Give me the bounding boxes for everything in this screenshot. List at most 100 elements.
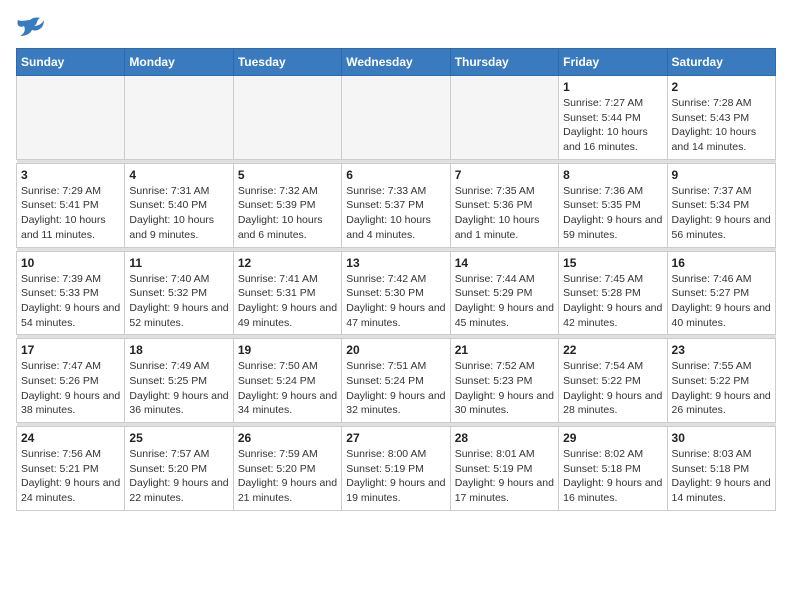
calendar-cell: 5 Sunrise: 7:32 AM Sunset: 5:39 PM Daylig… <box>233 163 341 247</box>
day-info: Sunrise: 7:57 AM Sunset: 5:20 PM Dayligh… <box>129 447 228 506</box>
day-number: 23 <box>672 343 771 357</box>
day-info: Sunrise: 7:55 AM Sunset: 5:22 PM Dayligh… <box>672 359 771 418</box>
calendar-cell: 15Sunrise: 7:45 AM Sunset: 5:28 PM Dayli… <box>559 251 667 335</box>
calendar-cell: 26 Sunrise: 7:59 AM Sunset: 5:20 PM Dayli… <box>233 427 341 511</box>
day-number: 21 <box>455 343 554 357</box>
calendar-cell: 24 Sunrise: 7:56 AM Sunset: 5:21 PM Dayli… <box>17 427 125 511</box>
day-of-week-header: Saturday <box>667 49 775 76</box>
day-info: Sunrise: 7:59 AM Sunset: 5:20 PM Dayligh… <box>238 447 337 506</box>
calendar-cell <box>342 76 450 160</box>
calendar-cell: 30 Sunrise: 8:03 AM Sunset: 5:18 PM Dayli… <box>667 427 775 511</box>
day-info: Sunrise: 7:52 AM Sunset: 5:23 PM Dayligh… <box>455 359 554 418</box>
calendar-cell: 13 Sunrise: 7:42 AM Sunset: 5:30 PM Dayli… <box>342 251 450 335</box>
day-number: 7 <box>455 168 554 182</box>
calendar-cell: 7 Sunrise: 7:35 AM Sunset: 5:36 PM Daylig… <box>450 163 558 247</box>
calendar-cell: 27 Sunrise: 8:00 AM Sunset: 5:19 PM Dayli… <box>342 427 450 511</box>
day-info: Sunrise: 8:02 AM Sunset: 5:18 PM Dayligh… <box>563 447 662 506</box>
day-number: 13 <box>346 256 445 270</box>
calendar-cell: 9 Sunrise: 7:37 AM Sunset: 5:34 PM Daylig… <box>667 163 775 247</box>
calendar-cell <box>125 76 233 160</box>
calendar-week-row: 24 Sunrise: 7:56 AM Sunset: 5:21 PM Dayli… <box>17 427 776 511</box>
calendar-cell: 18 Sunrise: 7:49 AM Sunset: 5:25 PM Dayli… <box>125 339 233 423</box>
calendar-cell: 23 Sunrise: 7:55 AM Sunset: 5:22 PM Dayli… <box>667 339 775 423</box>
day-number: 20 <box>346 343 445 357</box>
day-number: 1 <box>563 80 662 94</box>
day-info: Sunrise: 8:01 AM Sunset: 5:19 PM Dayligh… <box>455 447 554 506</box>
day-info: Sunrise: 7:32 AM Sunset: 5:39 PM Dayligh… <box>238 184 337 243</box>
day-info: Sunrise: 7:29 AM Sunset: 5:41 PM Dayligh… <box>21 184 120 243</box>
calendar-cell: 10Sunrise: 7:39 AM Sunset: 5:33 PM Dayli… <box>17 251 125 335</box>
day-number: 28 <box>455 431 554 445</box>
day-info: Sunrise: 7:54 AM Sunset: 5:22 PM Dayligh… <box>563 359 662 418</box>
logo <box>16 16 48 38</box>
calendar-week-row: 1 Sunrise: 7:27 AM Sunset: 5:44 PM Daylig… <box>17 76 776 160</box>
day-info: Sunrise: 7:28 AM Sunset: 5:43 PM Dayligh… <box>672 96 771 155</box>
day-of-week-header: Tuesday <box>233 49 341 76</box>
calendar-cell: 1 Sunrise: 7:27 AM Sunset: 5:44 PM Daylig… <box>559 76 667 160</box>
day-info: Sunrise: 7:27 AM Sunset: 5:44 PM Dayligh… <box>563 96 662 155</box>
day-info: Sunrise: 7:50 AM Sunset: 5:24 PM Dayligh… <box>238 359 337 418</box>
calendar-cell: 16 Sunrise: 7:46 AM Sunset: 5:27 PM Dayli… <box>667 251 775 335</box>
day-number: 22 <box>563 343 662 357</box>
calendar-cell: 2 Sunrise: 7:28 AM Sunset: 5:43 PM Daylig… <box>667 76 775 160</box>
day-number: 25 <box>129 431 228 445</box>
day-of-week-header: Monday <box>125 49 233 76</box>
day-number: 24 <box>21 431 120 445</box>
day-number: 6 <box>346 168 445 182</box>
day-of-week-header: Sunday <box>17 49 125 76</box>
day-number: 5 <box>238 168 337 182</box>
day-info: Sunrise: 7:31 AM Sunset: 5:40 PM Dayligh… <box>129 184 228 243</box>
calendar-cell: 4Sunrise: 7:31 AM Sunset: 5:40 PM Daylig… <box>125 163 233 247</box>
day-info: Sunrise: 8:03 AM Sunset: 5:18 PM Dayligh… <box>672 447 771 506</box>
day-number: 17 <box>21 343 120 357</box>
calendar-cell: 22 Sunrise: 7:54 AM Sunset: 5:22 PM Dayli… <box>559 339 667 423</box>
day-number: 26 <box>238 431 337 445</box>
page-header <box>16 16 776 38</box>
day-info: Sunrise: 7:44 AM Sunset: 5:29 PM Dayligh… <box>455 272 554 331</box>
day-info: Sunrise: 7:46 AM Sunset: 5:27 PM Dayligh… <box>672 272 771 331</box>
day-number: 11 <box>129 256 228 270</box>
day-info: Sunrise: 8:00 AM Sunset: 5:19 PM Dayligh… <box>346 447 445 506</box>
calendar-cell: 14Sunrise: 7:44 AM Sunset: 5:29 PM Dayli… <box>450 251 558 335</box>
day-number: 10 <box>21 256 120 270</box>
day-of-week-header: Wednesday <box>342 49 450 76</box>
day-number: 29 <box>563 431 662 445</box>
day-of-week-header: Thursday <box>450 49 558 76</box>
day-info: Sunrise: 7:41 AM Sunset: 5:31 PM Dayligh… <box>238 272 337 331</box>
calendar-cell <box>450 76 558 160</box>
calendar-cell: 21 Sunrise: 7:52 AM Sunset: 5:23 PM Dayli… <box>450 339 558 423</box>
day-of-week-header: Friday <box>559 49 667 76</box>
calendar-week-row: 3Sunrise: 7:29 AM Sunset: 5:41 PM Daylig… <box>17 163 776 247</box>
calendar-cell: 19 Sunrise: 7:50 AM Sunset: 5:24 PM Dayli… <box>233 339 341 423</box>
day-info: Sunrise: 7:51 AM Sunset: 5:24 PM Dayligh… <box>346 359 445 418</box>
calendar-cell: 6Sunrise: 7:33 AM Sunset: 5:37 PM Daylig… <box>342 163 450 247</box>
day-number: 27 <box>346 431 445 445</box>
day-number: 16 <box>672 256 771 270</box>
day-number: 9 <box>672 168 771 182</box>
calendar-cell: 8Sunrise: 7:36 AM Sunset: 5:35 PM Daylig… <box>559 163 667 247</box>
day-number: 12 <box>238 256 337 270</box>
day-info: Sunrise: 7:49 AM Sunset: 5:25 PM Dayligh… <box>129 359 228 418</box>
day-info: Sunrise: 7:37 AM Sunset: 5:34 PM Dayligh… <box>672 184 771 243</box>
calendar-cell: 3Sunrise: 7:29 AM Sunset: 5:41 PM Daylig… <box>17 163 125 247</box>
calendar-header-row: SundayMondayTuesdayWednesdayThursdayFrid… <box>17 49 776 76</box>
day-info: Sunrise: 7:42 AM Sunset: 5:30 PM Dayligh… <box>346 272 445 331</box>
calendar-cell: 12 Sunrise: 7:41 AM Sunset: 5:31 PM Dayli… <box>233 251 341 335</box>
logo-icon <box>16 16 44 38</box>
calendar-cell: 25 Sunrise: 7:57 AM Sunset: 5:20 PM Dayli… <box>125 427 233 511</box>
day-info: Sunrise: 7:35 AM Sunset: 5:36 PM Dayligh… <box>455 184 554 243</box>
calendar-cell: 28 Sunrise: 8:01 AM Sunset: 5:19 PM Dayli… <box>450 427 558 511</box>
day-info: Sunrise: 7:56 AM Sunset: 5:21 PM Dayligh… <box>21 447 120 506</box>
calendar-cell <box>233 76 341 160</box>
day-number: 18 <box>129 343 228 357</box>
day-number: 2 <box>672 80 771 94</box>
calendar-cell: 11Sunrise: 7:40 AM Sunset: 5:32 PM Dayli… <box>125 251 233 335</box>
day-info: Sunrise: 7:45 AM Sunset: 5:28 PM Dayligh… <box>563 272 662 331</box>
day-info: Sunrise: 7:47 AM Sunset: 5:26 PM Dayligh… <box>21 359 120 418</box>
calendar-cell: 17 Sunrise: 7:47 AM Sunset: 5:26 PM Dayli… <box>17 339 125 423</box>
calendar-week-row: 10Sunrise: 7:39 AM Sunset: 5:33 PM Dayli… <box>17 251 776 335</box>
calendar-cell: 20 Sunrise: 7:51 AM Sunset: 5:24 PM Dayli… <box>342 339 450 423</box>
day-number: 30 <box>672 431 771 445</box>
day-number: 19 <box>238 343 337 357</box>
day-number: 8 <box>563 168 662 182</box>
